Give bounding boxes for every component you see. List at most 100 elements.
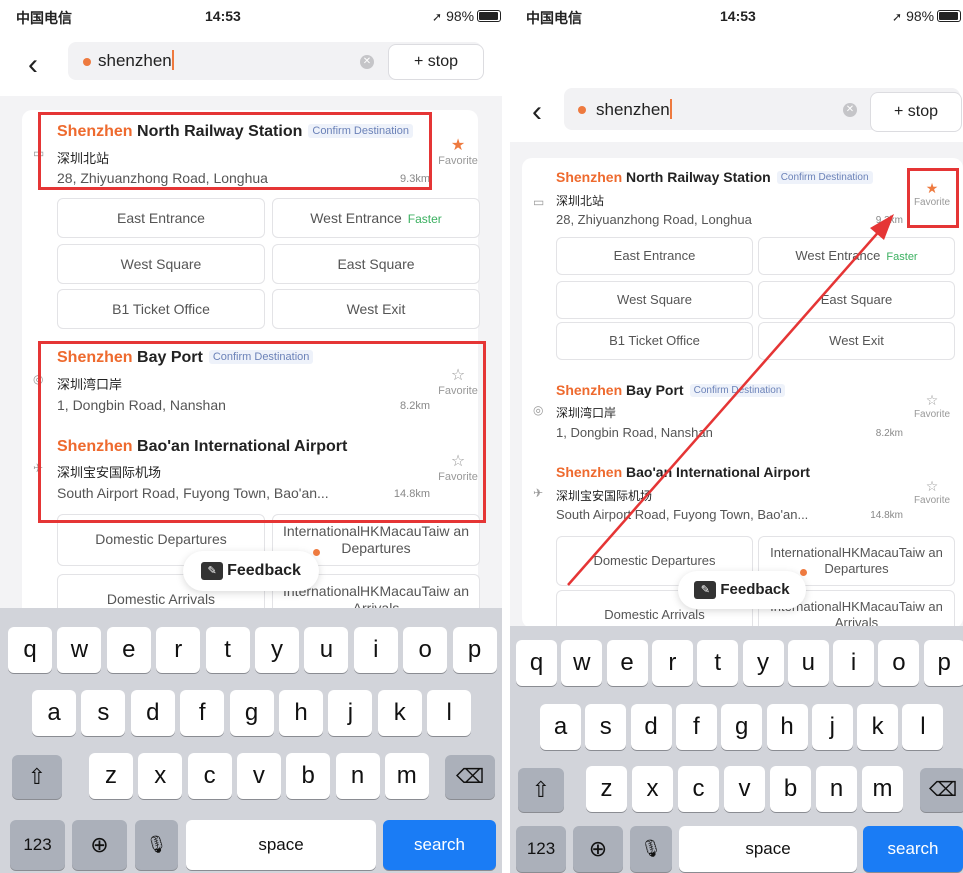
left-feedback-notification-dot (313, 549, 320, 556)
right-key-d[interactable]: d (630, 704, 672, 750)
left-sub-entrance-button[interactable]: East Entrance (57, 198, 265, 238)
right-clear-icon[interactable]: ✕ (843, 103, 857, 117)
right-key-o[interactable]: o (878, 640, 920, 686)
right-key-a[interactable]: a (540, 704, 581, 750)
left-feedback-button[interactable]: ✎ Feedback (183, 551, 319, 591)
left-sub-entrance-button[interactable]: East Square (272, 244, 480, 284)
left-sub-entrance-button[interactable]: West Square (57, 244, 265, 284)
right-result-title[interactable]: Shenzhen Bao'an International Airport (556, 464, 810, 480)
right-key-f[interactable]: f (675, 704, 717, 750)
right-feedback-button[interactable]: ✎ Feedback (678, 571, 806, 609)
left-key-l[interactable]: l (427, 690, 472, 736)
left-key-k[interactable]: k (377, 690, 422, 736)
right-key-m[interactable]: m (862, 766, 903, 812)
right-backspace-icon[interactable]: ⌫ (920, 768, 963, 812)
right-favorite-button[interactable]: ☆ Favorite (910, 392, 954, 420)
right-numbers-key[interactable]: 123 (516, 826, 566, 872)
left-clear-icon[interactable]: ✕ (360, 55, 374, 69)
right-shift-icon[interactable]: ⇧ (518, 768, 564, 812)
right-key-u[interactable]: u (787, 640, 829, 686)
right-result-title[interactable]: Shenzhen Bay Port Confirm Destination (556, 382, 786, 398)
left-shift-icon[interactable]: ⇧ (12, 755, 62, 799)
left-space-key[interactable]: space (186, 820, 376, 870)
left-sub-entrance-label: Domestic Arrivals (106, 591, 216, 608)
right-key-y[interactable]: y (742, 640, 784, 686)
left-search-input[interactable]: shenzhen (98, 50, 174, 71)
left-key-e[interactable]: e (106, 627, 151, 673)
right-sub-entrance-button[interactable]: West Square (556, 281, 753, 319)
right-sub-entrance-button[interactable]: East Square (758, 281, 955, 319)
left-sub-entrance-button[interactable]: West Entrance Faster (272, 198, 480, 238)
right-sub-entrance-button[interactable]: West Entrance Faster (758, 237, 955, 275)
left-key-v[interactable]: v (236, 753, 281, 799)
right-result-highlight: Shenzhen (556, 382, 623, 398)
right-key-e[interactable]: e (606, 640, 648, 686)
right-space-key[interactable]: space (679, 826, 857, 872)
left-backspace-icon[interactable]: ⌫ (445, 755, 495, 799)
left-key-z[interactable]: z (89, 753, 133, 799)
right-favorite-button[interactable]: ☆ Favorite (910, 478, 954, 506)
right-key-s[interactable]: s (585, 704, 627, 750)
left-key-g[interactable]: g (229, 690, 274, 736)
right-key-c[interactable]: c (678, 766, 719, 812)
right-key-t[interactable]: t (697, 640, 739, 686)
right-search-key[interactable]: search (863, 826, 963, 872)
left-globe-icon[interactable]: ⊕ (72, 820, 127, 870)
left-key-f[interactable]: f (180, 690, 225, 736)
right-key-l[interactable]: l (902, 704, 944, 750)
left-numbers-key[interactable]: 123 (10, 820, 65, 870)
right-key-k[interactable]: k (857, 704, 899, 750)
right-key-q[interactable]: q (516, 640, 557, 686)
left-key-i[interactable]: i (353, 627, 398, 673)
left-key-x[interactable]: x (138, 753, 183, 799)
left-search-key[interactable]: search (383, 820, 496, 870)
right-key-x[interactable]: x (632, 766, 673, 812)
right-key-g[interactable]: g (721, 704, 763, 750)
left-key-s[interactable]: s (81, 690, 126, 736)
right-sub-entrance-button[interactable]: West Exit (758, 322, 955, 360)
right-key-j[interactable]: j (811, 704, 853, 750)
left-key-o[interactable]: o (403, 627, 448, 673)
right-carrier-name: 中国电信 (526, 10, 582, 26)
right-result-title[interactable]: Shenzhen North Railway Station Confirm De… (556, 169, 873, 185)
right-sub-entrance-button[interactable]: B1 Ticket Office (556, 322, 753, 360)
left-key-c[interactable]: c (187, 753, 232, 799)
left-key-j[interactable]: j (328, 690, 373, 736)
right-key-p[interactable]: p (923, 640, 963, 686)
right-confirm-destination-tag[interactable]: Confirm Destination (776, 171, 873, 184)
right-globe-icon[interactable]: ⊕ (573, 826, 623, 872)
right-confirm-destination-tag[interactable]: Confirm Destination (689, 384, 786, 397)
left-sub-entrance-button[interactable]: B1 Ticket Office (57, 289, 265, 329)
left-favorite-button[interactable]: ★ Favorite (436, 135, 480, 167)
left-back-button[interactable]: ‹ (28, 50, 38, 80)
left-key-r[interactable]: r (156, 627, 201, 673)
left-key-u[interactable]: u (304, 627, 349, 673)
left-key-a[interactable]: a (32, 690, 76, 736)
right-key-b[interactable]: b (770, 766, 811, 812)
left-key-p[interactable]: p (452, 627, 497, 673)
right-key-z[interactable]: z (586, 766, 627, 812)
left-key-b[interactable]: b (286, 753, 331, 799)
left-key-y[interactable]: y (255, 627, 299, 673)
left-key-q[interactable]: q (8, 627, 52, 673)
left-key-d[interactable]: d (130, 690, 175, 736)
right-key-i[interactable]: i (833, 640, 875, 686)
right-sub-entrance-button[interactable]: East Entrance (556, 237, 753, 275)
right-back-button[interactable]: ‹ (532, 97, 542, 127)
right-key-w[interactable]: w (561, 640, 603, 686)
left-sub-entrance-button[interactable]: West Exit (272, 289, 480, 329)
left-key-t[interactable]: t (205, 627, 250, 673)
left-add-stop-button[interactable]: + stop (388, 44, 484, 80)
left-key-n[interactable]: n (335, 753, 380, 799)
right-key-v[interactable]: v (724, 766, 765, 812)
right-key-n[interactable]: n (816, 766, 857, 812)
left-key-w[interactable]: w (57, 627, 102, 673)
left-microphone-icon[interactable]: 🎙 (135, 820, 178, 870)
right-search-input[interactable]: shenzhen (596, 99, 672, 120)
right-key-h[interactable]: h (766, 704, 808, 750)
right-add-stop-button[interactable]: + stop (870, 92, 962, 132)
left-key-m[interactable]: m (384, 753, 429, 799)
left-key-h[interactable]: h (279, 690, 323, 736)
right-microphone-icon[interactable]: 🎙 (630, 826, 672, 872)
right-key-r[interactable]: r (651, 640, 693, 686)
